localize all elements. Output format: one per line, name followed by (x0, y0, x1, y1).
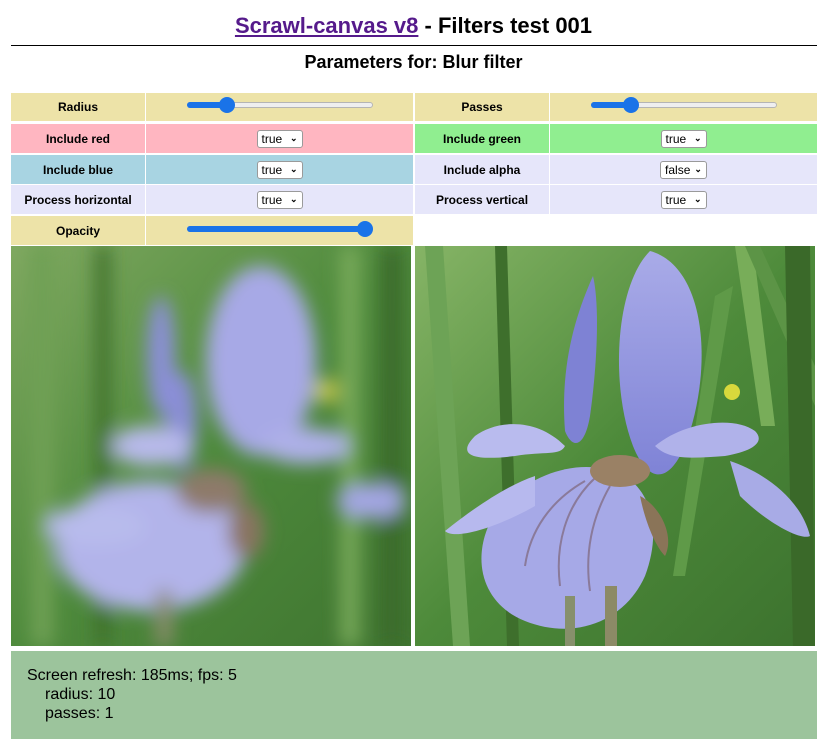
page-title: Scrawl-canvas v8 - Filters test 001 (0, 12, 827, 40)
include-alpha-select[interactable]: false ⌄ (660, 160, 707, 179)
include-blue-cell: true ⌄ (146, 155, 413, 184)
title-suffix: - Filters test 001 (418, 13, 593, 38)
chevron-down-icon: ⌄ (694, 164, 702, 174)
include-blue-select[interactable]: true ⌄ (256, 160, 303, 179)
chevron-down-icon: ⌄ (693, 133, 702, 143)
chevron-down-icon: ⌄ (289, 133, 298, 143)
include-red-cell: true ⌄ (146, 124, 413, 153)
chevron-down-icon: ⌄ (693, 194, 702, 204)
include-green-value: true (665, 131, 687, 146)
passes-cell (550, 93, 817, 121)
process-horizontal-label: Process horizontal (11, 185, 145, 214)
process-horizontal-select[interactable]: true ⌄ (256, 190, 303, 209)
include-green-label: Include green (415, 124, 549, 153)
status-refresh: Screen refresh: 185ms; fps: 5 (27, 667, 237, 684)
blurred-iris-image (11, 246, 411, 646)
process-vertical-cell: true ⌄ (550, 185, 817, 214)
opacity-slider-thumb[interactable] (357, 221, 373, 237)
opacity-label: Opacity (11, 216, 145, 245)
passes-label: Passes (415, 93, 549, 121)
process-horizontal-value: true (261, 192, 283, 207)
status-passes: passes: 1 (45, 705, 114, 722)
include-red-label: Include red (11, 124, 145, 153)
process-vertical-select[interactable]: true ⌄ (660, 190, 707, 209)
chevron-down-icon: ⌄ (289, 164, 298, 174)
radius-cell (146, 93, 413, 121)
include-alpha-cell: false ⌄ (550, 155, 817, 184)
original-canvas[interactable] (415, 246, 815, 646)
opacity-slider[interactable] (187, 221, 373, 237)
process-vertical-label: Process vertical (415, 185, 549, 214)
include-red-value: true (261, 131, 283, 146)
status-panel: Screen refresh: 185ms; fps: 5 radius: 10… (11, 651, 817, 739)
passes-slider-thumb[interactable] (623, 97, 640, 113)
include-blue-value: true (261, 162, 283, 177)
radius-label: Radius (11, 93, 145, 121)
radius-slider-thumb[interactable] (219, 97, 236, 113)
opacity-cell (146, 216, 413, 245)
status-radius: radius: 10 (45, 686, 116, 703)
chevron-down-icon: ⌄ (289, 194, 298, 204)
include-alpha-label: Include alpha (415, 155, 549, 184)
passes-slider[interactable] (591, 97, 777, 113)
opacity-slider-fill (187, 226, 365, 232)
include-green-cell: true ⌄ (550, 124, 817, 153)
iris-image (415, 246, 815, 646)
include-alpha-value: false (665, 162, 691, 177)
include-green-select[interactable]: true ⌄ (660, 129, 707, 148)
process-horizontal-cell: true ⌄ (146, 185, 413, 214)
title-divider (11, 45, 817, 46)
include-blue-label: Include blue (11, 155, 145, 184)
filter-subtitle: Parameters for: Blur filter (304, 52, 523, 72)
process-vertical-value: true (665, 192, 687, 207)
title-link[interactable]: Scrawl-canvas v8 (235, 13, 418, 38)
blurred-canvas[interactable] (11, 246, 411, 646)
radius-slider[interactable] (187, 97, 373, 113)
include-red-select[interactable]: true ⌄ (256, 129, 303, 148)
